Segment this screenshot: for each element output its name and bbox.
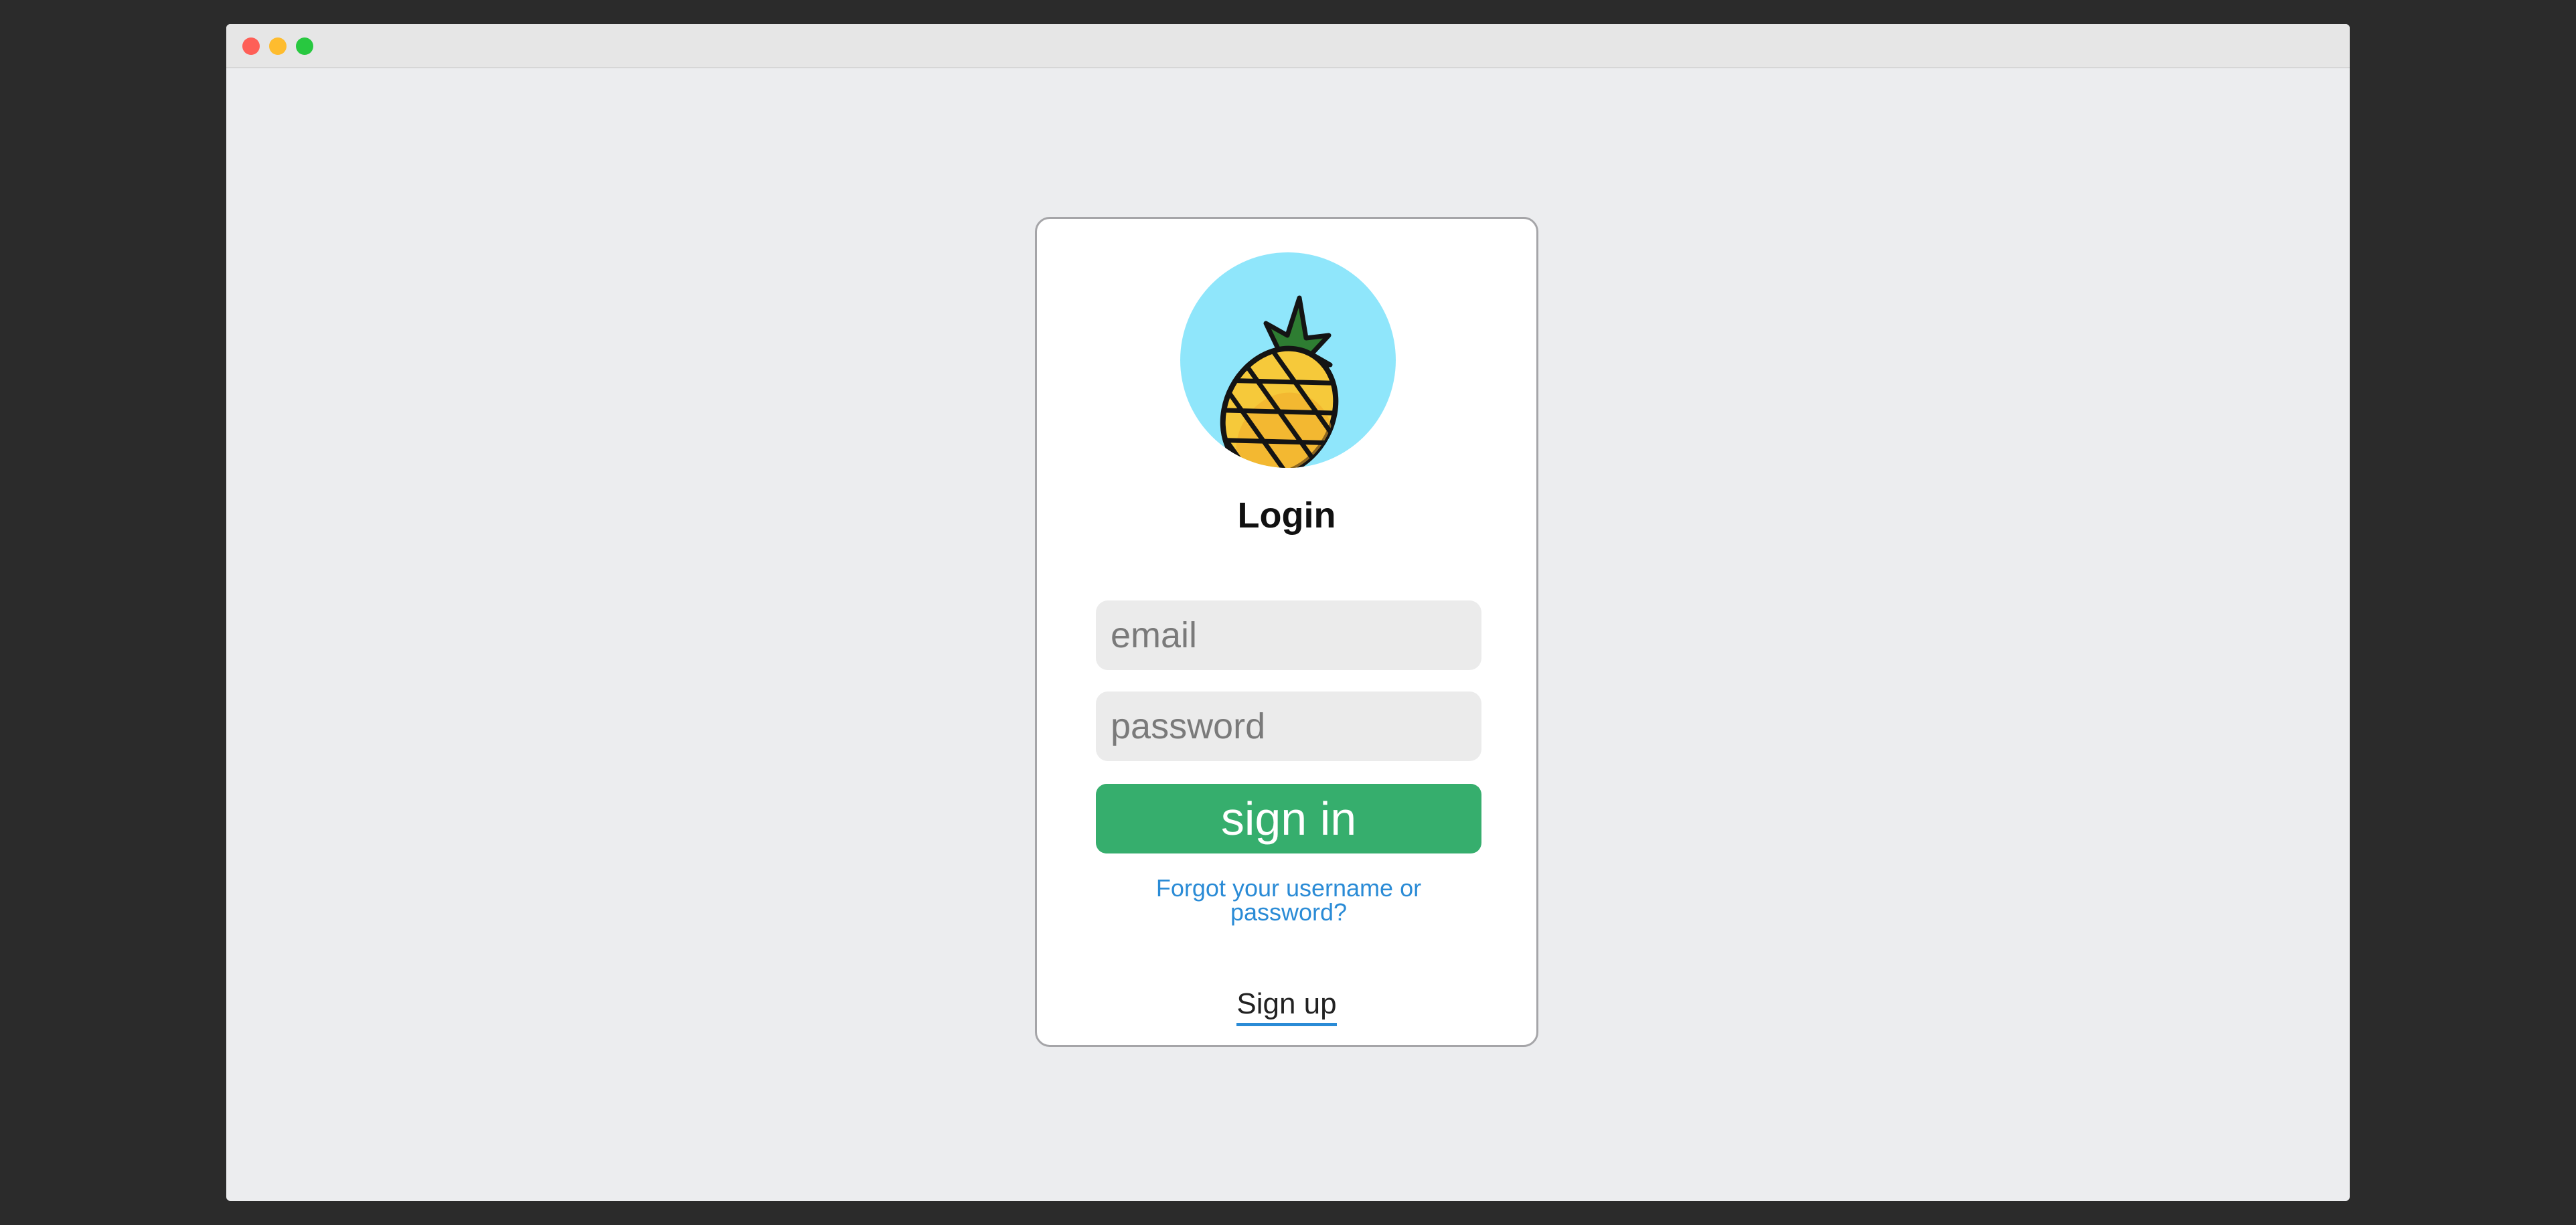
login-card: Login sign in Forgot your username or pa…	[1035, 217, 1538, 1047]
title-bar	[226, 24, 2350, 68]
login-title: Login	[1237, 495, 1336, 536]
password-field[interactable]	[1096, 691, 1481, 761]
logo-avatar	[1180, 252, 1396, 468]
pineapple-icon	[1201, 295, 1358, 468]
maximize-window-button[interactable]	[296, 37, 313, 55]
email-field[interactable]	[1096, 600, 1481, 670]
browser-window: Login sign in Forgot your username or pa…	[226, 24, 2350, 1201]
signup-container: Sign up	[1037, 987, 1536, 1026]
sign-in-button[interactable]: sign in	[1096, 784, 1481, 853]
minimize-window-button[interactable]	[269, 37, 287, 55]
forgot-credentials-link[interactable]: Forgot your username or password?	[1137, 876, 1440, 924]
sign-up-link[interactable]: Sign up	[1236, 987, 1337, 1026]
close-window-button[interactable]	[242, 37, 260, 55]
